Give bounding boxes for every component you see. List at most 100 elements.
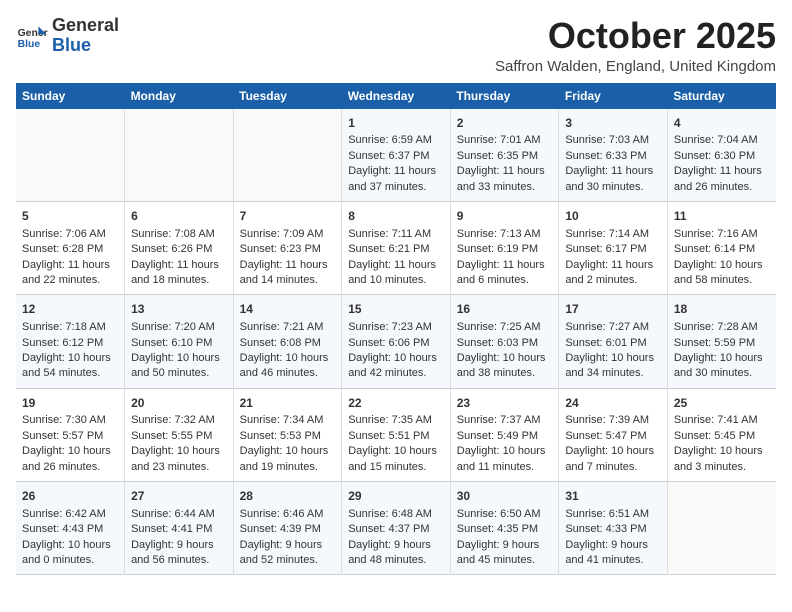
calendar-cell [667,482,776,575]
day-number: 5 [22,208,118,225]
day-info: Sunrise: 7:09 AM [240,227,336,242]
day-number: 2 [457,115,553,132]
day-number: 9 [457,208,553,225]
day-info: Sunset: 5:45 PM [674,429,770,444]
calendar-cell: 2Sunrise: 7:01 AMSunset: 6:35 PMDaylight… [450,109,559,202]
calendar-cell: 23Sunrise: 7:37 AMSunset: 5:49 PMDayligh… [450,388,559,481]
calendar-cell: 15Sunrise: 7:23 AMSunset: 6:06 PMDayligh… [342,295,451,388]
day-info: Sunrise: 7:18 AM [22,320,118,335]
day-info: Sunset: 6:35 PM [457,149,553,164]
day-number: 28 [240,488,336,505]
calendar-cell [125,109,234,202]
day-info: Daylight: 10 hours and 42 minutes. [348,351,444,382]
day-info: Daylight: 10 hours and 46 minutes. [240,351,336,382]
day-info: Sunset: 6:17 PM [565,242,661,257]
day-info: Daylight: 9 hours and 41 minutes. [565,538,661,569]
day-number: 3 [565,115,661,132]
day-info: Sunset: 5:53 PM [240,429,336,444]
day-info: Sunset: 5:51 PM [348,429,444,444]
calendar-cell: 8Sunrise: 7:11 AMSunset: 6:21 PMDaylight… [342,201,451,294]
day-info: Sunset: 5:47 PM [565,429,661,444]
day-info: Daylight: 10 hours and 11 minutes. [457,444,553,475]
day-number: 26 [22,488,118,505]
week-row-2: 5Sunrise: 7:06 AMSunset: 6:28 PMDaylight… [16,201,776,294]
day-info: Sunrise: 7:34 AM [240,413,336,428]
day-info: Sunrise: 7:20 AM [131,320,227,335]
day-info: Sunrise: 7:25 AM [457,320,553,335]
day-info: Daylight: 10 hours and 7 minutes. [565,444,661,475]
day-info: Sunset: 4:39 PM [240,522,336,537]
week-row-1: 1Sunrise: 6:59 AMSunset: 6:37 PMDaylight… [16,109,776,202]
day-info: Daylight: 11 hours and 18 minutes. [131,258,227,289]
day-info: Daylight: 11 hours and 26 minutes. [674,164,770,195]
day-header-friday: Friday [559,83,668,109]
calendar-cell: 18Sunrise: 7:28 AMSunset: 5:59 PMDayligh… [667,295,776,388]
day-number: 15 [348,301,444,318]
day-header-thursday: Thursday [450,83,559,109]
day-info: Sunrise: 7:41 AM [674,413,770,428]
day-info: Sunset: 6:19 PM [457,242,553,257]
day-number: 23 [457,395,553,412]
day-info: Sunset: 6:08 PM [240,336,336,351]
calendar-cell: 9Sunrise: 7:13 AMSunset: 6:19 PMDaylight… [450,201,559,294]
day-number: 6 [131,208,227,225]
day-info: Sunrise: 7:27 AM [565,320,661,335]
day-info: Sunset: 6:14 PM [674,242,770,257]
day-number: 12 [22,301,118,318]
calendar-cell: 31Sunrise: 6:51 AMSunset: 4:33 PMDayligh… [559,482,668,575]
day-info: Sunrise: 6:44 AM [131,507,227,522]
calendar-cell: 5Sunrise: 7:06 AMSunset: 6:28 PMDaylight… [16,201,125,294]
calendar-cell [16,109,125,202]
day-info: Sunrise: 6:50 AM [457,507,553,522]
calendar-cell: 11Sunrise: 7:16 AMSunset: 6:14 PMDayligh… [667,201,776,294]
day-info: Sunset: 6:30 PM [674,149,770,164]
day-number: 27 [131,488,227,505]
day-info: Sunset: 6:03 PM [457,336,553,351]
day-info: Daylight: 10 hours and 3 minutes. [674,444,770,475]
day-info: Daylight: 10 hours and 34 minutes. [565,351,661,382]
day-info: Sunrise: 7:14 AM [565,227,661,242]
day-info: Sunset: 5:59 PM [674,336,770,351]
day-number: 14 [240,301,336,318]
day-info: Daylight: 10 hours and 0 minutes. [22,538,118,569]
page-header: General Blue General Blue October 2025 S… [16,16,776,75]
day-info: Sunset: 4:43 PM [22,522,118,537]
day-info: Sunrise: 6:59 AM [348,133,444,148]
day-info: Daylight: 10 hours and 26 minutes. [22,444,118,475]
day-info: Sunset: 5:55 PM [131,429,227,444]
day-info: Daylight: 10 hours and 54 minutes. [22,351,118,382]
day-number: 4 [674,115,770,132]
day-number: 22 [348,395,444,412]
calendar-cell: 13Sunrise: 7:20 AMSunset: 6:10 PMDayligh… [125,295,234,388]
day-number: 18 [674,301,770,318]
day-info: Sunrise: 7:35 AM [348,413,444,428]
day-info: Sunrise: 6:51 AM [565,507,661,522]
day-number: 19 [22,395,118,412]
week-row-5: 26Sunrise: 6:42 AMSunset: 4:43 PMDayligh… [16,482,776,575]
day-info: Sunset: 5:57 PM [22,429,118,444]
day-info: Daylight: 10 hours and 23 minutes. [131,444,227,475]
day-header-saturday: Saturday [667,83,776,109]
day-info: Sunset: 6:37 PM [348,149,444,164]
calendar-cell: 27Sunrise: 6:44 AMSunset: 4:41 PMDayligh… [125,482,234,575]
calendar-cell: 28Sunrise: 6:46 AMSunset: 4:39 PMDayligh… [233,482,342,575]
calendar-cell: 29Sunrise: 6:48 AMSunset: 4:37 PMDayligh… [342,482,451,575]
day-info: Daylight: 9 hours and 56 minutes. [131,538,227,569]
calendar-cell: 26 Sunrise: 6:42 AMSunset: 4:43 PMDayligh… [16,482,125,575]
day-info: Sunset: 6:23 PM [240,242,336,257]
day-info: Sunrise: 7:01 AM [457,133,553,148]
day-info: Sunrise: 7:28 AM [674,320,770,335]
day-info: Sunset: 4:35 PM [457,522,553,537]
calendar-cell: 14Sunrise: 7:21 AMSunset: 6:08 PMDayligh… [233,295,342,388]
day-info: Sunset: 6:12 PM [22,336,118,351]
day-number: 30 [457,488,553,505]
day-number: 13 [131,301,227,318]
logo-blue-text: Blue [52,35,91,55]
location-title: Saffron Walden, England, United Kingdom [495,58,776,75]
day-info: Daylight: 10 hours and 15 minutes. [348,444,444,475]
day-info: Sunrise: 6:42 AM [22,507,118,522]
day-header-monday: Monday [125,83,234,109]
day-info: Daylight: 10 hours and 38 minutes. [457,351,553,382]
day-info: Daylight: 11 hours and 33 minutes. [457,164,553,195]
day-info: Sunrise: 7:37 AM [457,413,553,428]
